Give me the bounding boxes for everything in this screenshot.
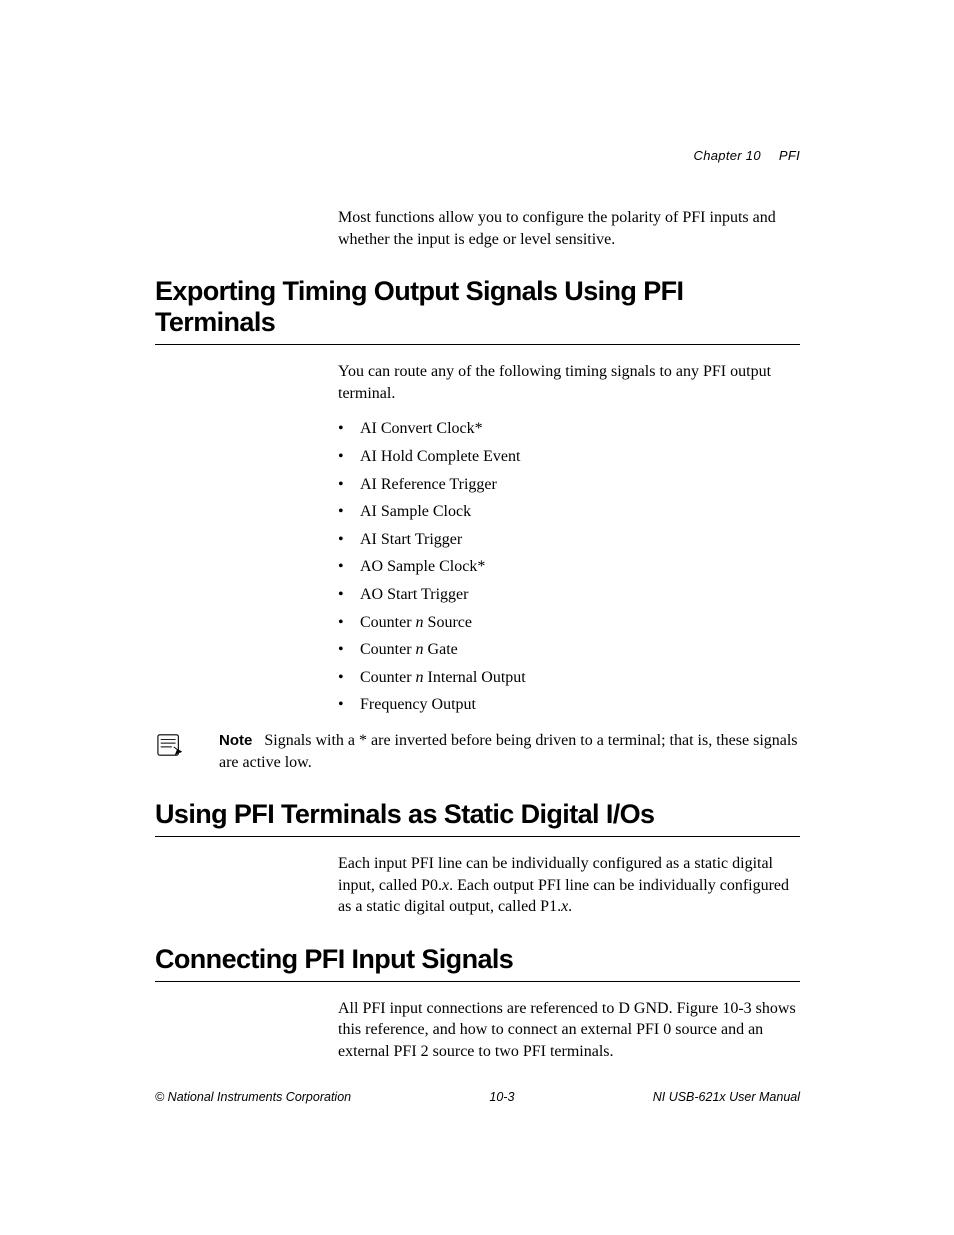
note-body: Signals with a * are inverted before bei…	[219, 732, 798, 771]
note-label: Note	[219, 732, 252, 749]
footer-right: NI USB-621x User Manual	[653, 1090, 800, 1104]
section1-rule	[155, 344, 800, 345]
note-icon	[155, 732, 187, 763]
section1-paragraph: You can route any of the following timin…	[338, 361, 800, 404]
footer-left: © National Instruments Corporation	[155, 1090, 351, 1104]
list-item: Counter n Internal Output	[338, 667, 800, 689]
page-footer: © National Instruments Corporation 10-3 …	[155, 1090, 800, 1104]
note-text: Note Signals with a * are inverted befor…	[219, 730, 800, 773]
section2-rule	[155, 836, 800, 837]
list-item: Counter n Source	[338, 612, 800, 634]
signals-list: AI Convert Clock* AI Hold Complete Event…	[338, 418, 800, 716]
section2-heading: Using PFI Terminals as Static Digital I/…	[155, 799, 800, 830]
list-item: AI Reference Trigger	[338, 474, 800, 496]
chapter-number: Chapter 10	[694, 148, 761, 163]
chapter-title: PFI	[779, 148, 800, 163]
section1-heading: Exporting Timing Output Signals Using PF…	[155, 276, 800, 338]
list-item: AI Sample Clock	[338, 501, 800, 523]
section3-heading: Connecting PFI Input Signals	[155, 944, 800, 975]
footer-center: 10-3	[351, 1090, 653, 1104]
list-item: AI Start Trigger	[338, 529, 800, 551]
chapter-header: Chapter 10 PFI	[155, 148, 800, 163]
section2-paragraph: Each input PFI line can be individually …	[338, 853, 800, 918]
section3-paragraph: All PFI input connections are referenced…	[338, 998, 800, 1063]
list-item: AO Sample Clock*	[338, 556, 800, 578]
list-item: Counter n Gate	[338, 639, 800, 661]
list-item: AI Convert Clock*	[338, 418, 800, 440]
section3-rule	[155, 981, 800, 982]
list-item: Frequency Output	[338, 694, 800, 716]
list-item: AO Start Trigger	[338, 584, 800, 606]
list-item: AI Hold Complete Event	[338, 446, 800, 468]
note-block: Note Signals with a * are inverted befor…	[155, 730, 800, 773]
intro-paragraph: Most functions allow you to configure th…	[338, 207, 800, 250]
